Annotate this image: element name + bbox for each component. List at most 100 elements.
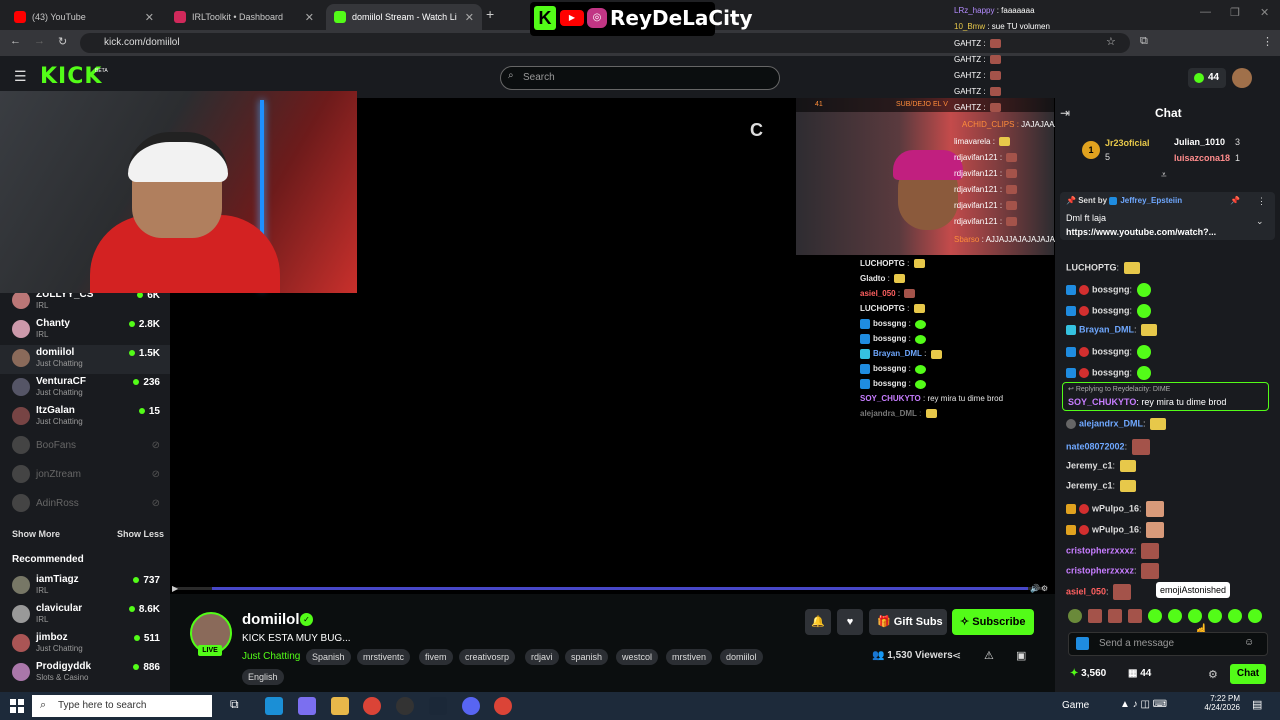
sidebar-item-adinross[interactable]: AdinRoss ⊘ bbox=[0, 490, 170, 519]
close-icon[interactable]: ✕ bbox=[465, 11, 474, 24]
windows-start-icon[interactable] bbox=[10, 699, 24, 713]
discord-icon[interactable] bbox=[462, 697, 480, 715]
system-tray-icons[interactable]: ▲ ♪ ◫ ⌨ bbox=[1120, 699, 1167, 710]
chat-user[interactable]: nate08072002 bbox=[1066, 441, 1125, 451]
sidebar-item-boofans[interactable]: BooFans ⊘ bbox=[0, 432, 170, 461]
emote-icon[interactable] bbox=[1228, 608, 1242, 623]
hamburger-menu-icon[interactable]: ☰ bbox=[14, 68, 27, 85]
expand-icon[interactable]: ⩡ bbox=[1161, 170, 1167, 181]
clip-icon[interactable]: ▣ bbox=[1016, 649, 1026, 662]
stream-category[interactable]: Just Chatting bbox=[242, 651, 300, 662]
unpin-icon[interactable]: 📌 bbox=[1230, 196, 1240, 205]
tag[interactable]: fivem bbox=[419, 649, 453, 665]
chrome-icon[interactable] bbox=[363, 697, 381, 715]
tag[interactable]: spanish bbox=[565, 649, 609, 665]
settings-icon[interactable]: ⚙ bbox=[1041, 584, 1048, 593]
sidebar-item-itzgalan[interactable]: ItzGalan Just Chatting 15 bbox=[0, 403, 170, 432]
kicks-balance[interactable]: ▦ 44 bbox=[1128, 668, 1151, 679]
notification-center-icon[interactable]: ▤ bbox=[1252, 698, 1262, 711]
bell-icon[interactable]: 🔔 bbox=[805, 609, 831, 635]
forward-icon[interactable]: → bbox=[34, 35, 45, 47]
minimize-icon[interactable]: — bbox=[1200, 6, 1211, 18]
window-close-icon[interactable]: ✕ bbox=[1260, 6, 1269, 19]
tag[interactable]: domiilol bbox=[720, 649, 763, 665]
tag[interactable]: Spanish bbox=[306, 649, 351, 665]
chat-user[interactable]: SOY_CHUKYTO bbox=[1068, 397, 1136, 407]
tag[interactable]: rdjavi bbox=[525, 649, 559, 665]
emote-icon[interactable] bbox=[1128, 608, 1142, 623]
sidebar-item-jonztream[interactable]: jonZtream ⊘ bbox=[0, 461, 170, 490]
chevron-down-icon[interactable]: ⌄ bbox=[1256, 216, 1264, 227]
close-icon[interactable]: ✕ bbox=[145, 11, 154, 24]
chat-user[interactable]: alejandrx_DML bbox=[1079, 418, 1143, 428]
chat-input[interactable]: Send a message bbox=[1068, 632, 1268, 656]
volume-icon[interactable]: 🔊 bbox=[1030, 584, 1040, 593]
tab-youtube[interactable]: (43) YouTube ✕ bbox=[6, 4, 162, 30]
emote-icon[interactable] bbox=[1088, 608, 1102, 623]
tag[interactable]: creativosrp bbox=[459, 649, 516, 665]
game-widget[interactable]: Game bbox=[1062, 700, 1089, 711]
bookmark-star-icon[interactable]: ☆ bbox=[1106, 35, 1116, 48]
chat-user[interactable]: bossgng bbox=[1092, 305, 1130, 315]
sidebar-item-prodigyddk[interactable]: Prodigyddk Slots & Casino 886 bbox=[0, 659, 170, 688]
obs-icon[interactable] bbox=[396, 697, 414, 715]
sidebar-item-domiilol[interactable]: domiilol Just Chatting 1.5K bbox=[0, 345, 170, 374]
extensions-icon[interactable]: ⧉ bbox=[1140, 35, 1148, 48]
tag[interactable]: English bbox=[242, 669, 284, 685]
new-tab-button[interactable]: + bbox=[486, 6, 494, 22]
report-icon[interactable]: ⚠ bbox=[984, 649, 994, 662]
kick-logo[interactable]: KICK bbox=[40, 64, 102, 89]
tag[interactable]: mrstiventc bbox=[357, 649, 411, 665]
tag[interactable]: westcol bbox=[616, 649, 659, 665]
sidebar-item-iamtiagz[interactable]: iamTiagz IRL 737 bbox=[0, 572, 170, 601]
send-chat-button[interactable]: Chat bbox=[1230, 664, 1266, 684]
sidebar-item-jimboz[interactable]: jimboz Just Chatting 511 bbox=[0, 630, 170, 659]
tab-irltoolkit[interactable]: IRLToolkit • Dashboard ✕ bbox=[166, 4, 322, 30]
chat-user[interactable]: Brayan_DML bbox=[1079, 324, 1134, 334]
emote-astonished-icon[interactable] bbox=[1188, 608, 1202, 623]
app-icon[interactable] bbox=[298, 697, 316, 715]
emote-icon[interactable] bbox=[1168, 608, 1182, 623]
chat-user[interactable]: cristopherzxxxz bbox=[1066, 545, 1134, 555]
heart-icon[interactable]: ♥ bbox=[837, 609, 863, 635]
progress-bar[interactable] bbox=[212, 587, 1028, 590]
channel-points[interactable]: ✦ 3,560 bbox=[1070, 668, 1106, 679]
show-more-button[interactable]: Show More bbox=[12, 529, 60, 539]
tab-kick[interactable]: domiilol Stream - Watch Li ✕ bbox=[326, 4, 482, 30]
pinned-link[interactable]: https://www.youtube.com/watch?... bbox=[1066, 227, 1216, 237]
task-view-icon[interactable]: ⧉ bbox=[230, 697, 248, 715]
folder-icon[interactable] bbox=[331, 697, 349, 715]
leaderboard-user[interactable]: luisazcona18 bbox=[1174, 153, 1230, 163]
back-icon[interactable]: ← bbox=[10, 35, 21, 47]
streamer-name[interactable]: domiilol bbox=[242, 611, 300, 628]
chrome-icon[interactable] bbox=[494, 697, 512, 715]
search-input[interactable]: Search bbox=[500, 66, 780, 90]
share-icon[interactable]: ⋖ bbox=[952, 649, 961, 662]
steam-icon[interactable] bbox=[429, 697, 447, 715]
chat-user[interactable]: wPulpo_16 bbox=[1092, 524, 1139, 534]
chat-user[interactable]: bossgng bbox=[1092, 346, 1130, 356]
chat-user[interactable]: bossgng bbox=[1092, 284, 1130, 294]
sidebar-item-clavicular[interactable]: clavicular IRL 8.6K bbox=[0, 601, 170, 630]
leaderboard-user[interactable]: Julian_1010 bbox=[1174, 137, 1225, 147]
edge-icon[interactable] bbox=[265, 697, 283, 715]
emoji-picker-icon[interactable]: ☺ bbox=[1244, 637, 1254, 648]
browser-menu-icon[interactable]: ⋮ bbox=[1262, 35, 1273, 48]
emote-icon[interactable] bbox=[1108, 608, 1122, 623]
collapse-chat-icon[interactable]: ⇥ bbox=[1060, 106, 1070, 120]
clock[interactable]: 7:22 PM 4/24/2026 bbox=[1200, 694, 1240, 712]
emote-icon[interactable] bbox=[1068, 608, 1082, 623]
chat-user[interactable]: LUCHOPTG bbox=[1066, 262, 1117, 272]
more-icon[interactable]: ⋮ bbox=[1257, 196, 1266, 207]
chat-user[interactable]: bossgng bbox=[1092, 367, 1130, 377]
chat-settings-icon[interactable]: ⚙ bbox=[1208, 668, 1218, 681]
taskbar-search-input[interactable]: Type here to search bbox=[32, 695, 212, 717]
leaderboard-user[interactable]: Jr23oficial bbox=[1105, 138, 1150, 148]
sidebar-item-chanty[interactable]: Chanty IRL 2.8K bbox=[0, 316, 170, 345]
gift-subs-button[interactable]: 🎁 Gift Subs bbox=[869, 609, 947, 635]
close-icon[interactable]: ✕ bbox=[305, 11, 314, 24]
show-less-button[interactable]: Show Less bbox=[117, 529, 164, 539]
chat-user[interactable]: Jeremy_c1 bbox=[1066, 460, 1113, 470]
tag[interactable]: mrstiven bbox=[666, 649, 713, 665]
emote-icon[interactable] bbox=[1148, 608, 1162, 623]
